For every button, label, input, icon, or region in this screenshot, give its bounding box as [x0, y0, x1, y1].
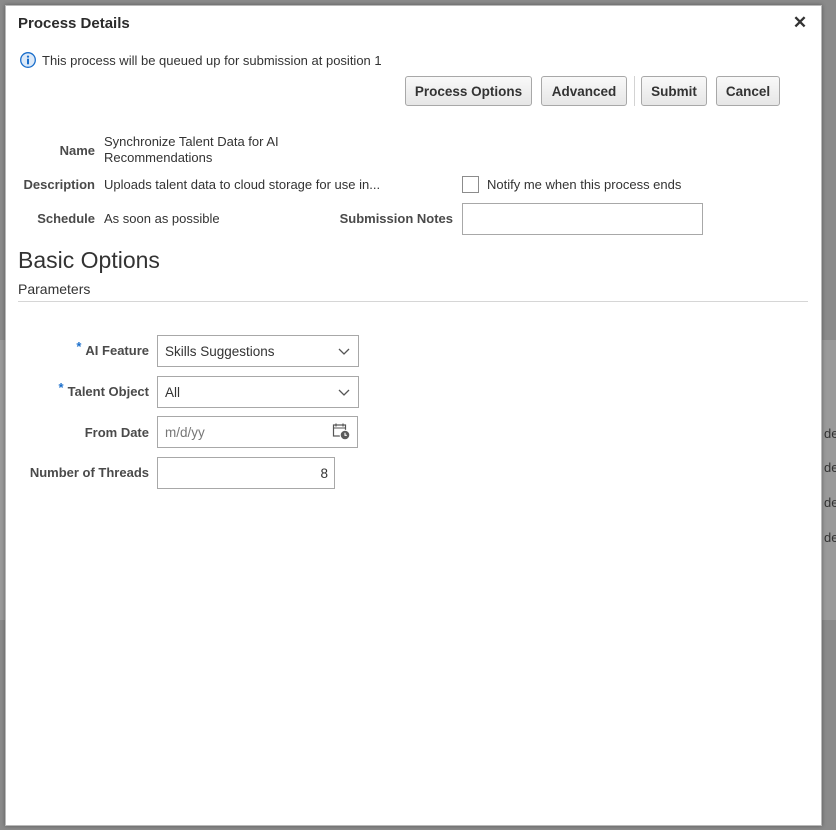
threads-value: 8	[320, 465, 328, 481]
close-icon[interactable]: ✕	[792, 14, 808, 32]
talent-object-value: All	[165, 384, 181, 400]
button-divider	[634, 76, 635, 106]
parameters-subheading: Parameters	[18, 281, 91, 297]
ai-feature-value: Skills Suggestions	[165, 343, 275, 359]
talent-object-select[interactable]: All	[157, 376, 359, 408]
required-indicator: *	[76, 339, 82, 354]
info-message: This process will be queued up for submi…	[20, 52, 382, 68]
notify-label: Notify me when this process ends	[487, 177, 682, 192]
submission-notes-label: Submission Notes	[339, 211, 453, 226]
process-options-button[interactable]: Process Options	[405, 76, 532, 106]
process-details-dialog: Process Details ✕ This process will be q…	[5, 5, 822, 826]
required-indicator: *	[58, 380, 64, 395]
submission-notes-input[interactable]	[462, 203, 703, 235]
background-row-text: de	[824, 530, 836, 545]
schedule-value: As soon as possible	[104, 211, 220, 226]
threads-input[interactable]: 8	[157, 457, 335, 489]
description-value: Uploads talent data to cloud storage for…	[104, 177, 381, 192]
threads-label: Number of Threads	[29, 465, 149, 480]
cancel-button[interactable]: Cancel	[716, 76, 780, 106]
background-row-text: de	[824, 426, 836, 441]
ai-feature-select[interactable]: Skills Suggestions	[157, 335, 359, 367]
ai-feature-label: * AI Feature	[76, 339, 149, 358]
notify-checkbox[interactable]	[462, 176, 479, 193]
section-divider	[18, 301, 808, 302]
from-date-placeholder: m/d/yy	[165, 424, 205, 440]
from-date-label: From Date	[84, 425, 149, 440]
talent-object-label: * Talent Object	[58, 380, 149, 399]
description-label: Description	[23, 177, 95, 192]
submit-button[interactable]: Submit	[641, 76, 707, 106]
background-row-text: de	[824, 460, 836, 475]
background-row-text: de	[824, 495, 836, 510]
chevron-down-icon	[338, 348, 350, 355]
name-label: Name	[59, 143, 95, 158]
schedule-label: Schedule	[37, 211, 95, 226]
from-date-input[interactable]: m/d/yy	[157, 416, 358, 448]
dialog-title: Process Details	[18, 15, 130, 32]
info-message-text: This process will be queued up for submi…	[42, 52, 382, 68]
calendar-icon[interactable]	[332, 422, 351, 441]
basic-options-heading: Basic Options	[18, 247, 160, 273]
name-value: Synchronize Talent Data for AI Recommend…	[104, 134, 279, 165]
advanced-button[interactable]: Advanced	[541, 76, 627, 106]
info-icon	[20, 52, 36, 68]
chevron-down-icon	[338, 389, 350, 396]
